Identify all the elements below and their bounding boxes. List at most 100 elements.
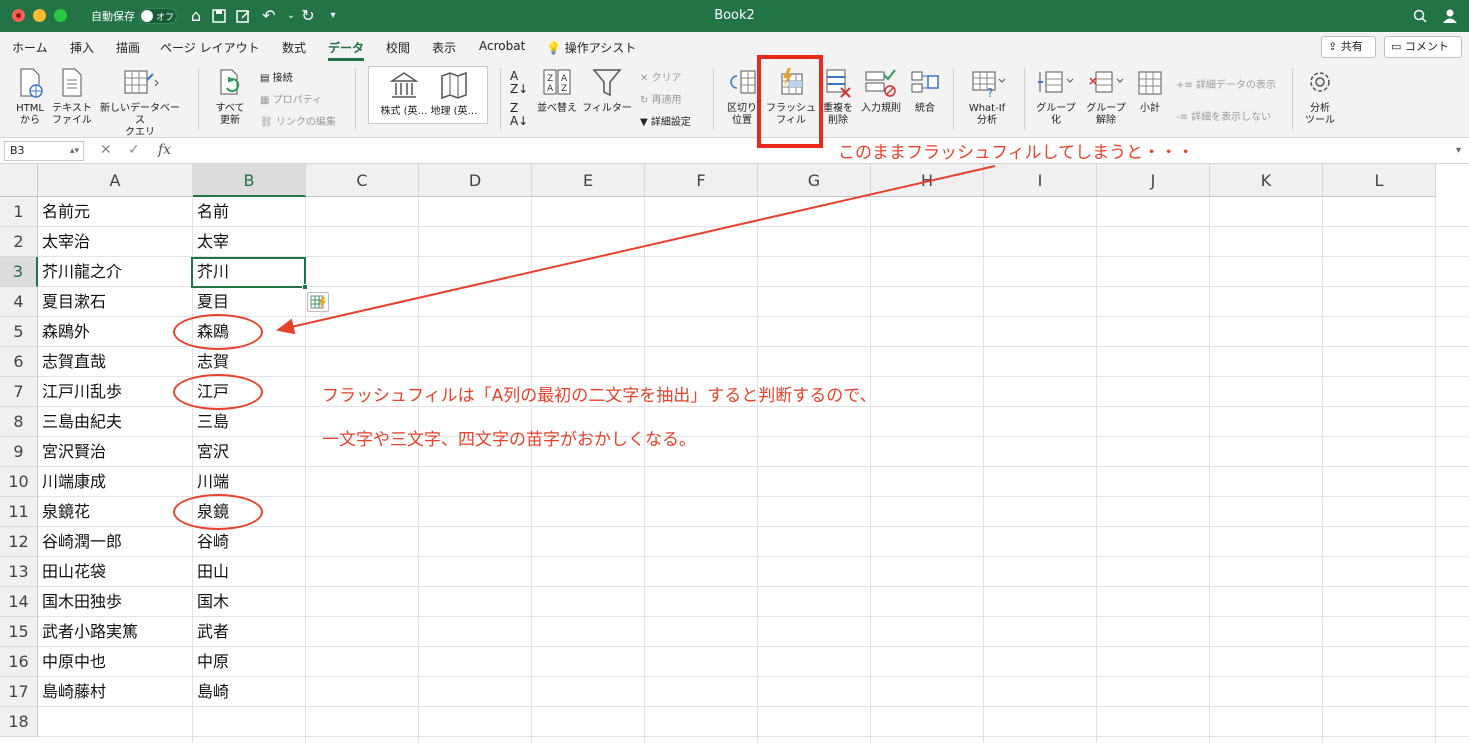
- advanced-filter-button[interactable]: ▼ 詳細設定: [640, 113, 691, 128]
- row-header-16[interactable]: 16: [0, 647, 38, 677]
- column-header-c[interactable]: C: [306, 164, 419, 197]
- row-header-3[interactable]: 3: [0, 257, 38, 287]
- select-all-corner[interactable]: [0, 164, 38, 197]
- name-box[interactable]: B3 ▴▾: [4, 141, 84, 161]
- row-header-6[interactable]: 6: [0, 347, 38, 377]
- sort-ascending-button[interactable]: A Z↓: [510, 70, 528, 96]
- column-header-g[interactable]: G: [758, 164, 871, 197]
- column-header-j[interactable]: J: [1097, 164, 1210, 197]
- row-header-9[interactable]: 9: [0, 437, 38, 467]
- row-header-12[interactable]: 12: [0, 527, 38, 557]
- cell-b15[interactable]: 武者: [193, 617, 306, 647]
- consolidate-button[interactable]: 統合: [906, 66, 944, 115]
- cell-b18[interactable]: [193, 707, 306, 737]
- undo-icon[interactable]: ↶: [258, 5, 280, 27]
- row-header-14[interactable]: 14: [0, 587, 38, 617]
- cell-a10[interactable]: 川端康成: [38, 467, 193, 497]
- reapply-button[interactable]: ↻ 再適用: [640, 91, 682, 106]
- cell-a16[interactable]: 中原中也: [38, 647, 193, 677]
- cell-b16[interactable]: 中原: [193, 647, 306, 677]
- column-header-e[interactable]: E: [532, 164, 645, 197]
- customize-qa-icon[interactable]: ▾: [322, 5, 344, 27]
- tab-tell-me[interactable]: 💡 操作アシスト: [546, 39, 636, 56]
- tab-page-layout[interactable]: ページ レイアウト: [160, 39, 260, 56]
- fill-handle[interactable]: [302, 284, 308, 290]
- cell-b9[interactable]: 宮沢: [193, 437, 306, 467]
- spreadsheet-grid[interactable]: A B C D E F G H I J K L 1 名前元 名前 2 太宰治 太宰 3 芥川龍之介 芥川 4 夏目漱石 夏目 5…: [0, 164, 1469, 743]
- expand-formula-icon[interactable]: ▾: [1456, 145, 1461, 156]
- cell-a2[interactable]: 太宰治: [38, 227, 193, 257]
- cell-a8[interactable]: 三島由紀夫: [38, 407, 193, 437]
- text-to-columns-button[interactable]: 区切り 位置: [722, 66, 762, 127]
- row-header-13[interactable]: 13: [0, 557, 38, 587]
- sort-descending-button[interactable]: Z A↓: [510, 102, 528, 128]
- cell-b14[interactable]: 国木: [193, 587, 306, 617]
- column-header-d[interactable]: D: [419, 164, 532, 197]
- cell-b1[interactable]: 名前: [193, 197, 306, 227]
- tab-home[interactable]: ホーム: [12, 39, 48, 56]
- home-icon[interactable]: ⌂: [185, 5, 207, 27]
- function-icon[interactable]: fx: [158, 142, 171, 158]
- tab-acrobat[interactable]: Acrobat: [479, 39, 525, 53]
- analysis-tools-button[interactable]: 分析 ツール: [1300, 66, 1340, 127]
- tab-view[interactable]: 表示: [432, 39, 456, 56]
- window-minimize-button[interactable]: [33, 9, 46, 22]
- new-query-button[interactable]: 新しいデータベース クエリ: [96, 66, 184, 139]
- redo-icon[interactable]: ↻: [297, 5, 319, 27]
- column-header-b[interactable]: B: [193, 164, 306, 197]
- cell-a4[interactable]: 夏目漱石: [38, 287, 193, 317]
- remove-duplicates-button[interactable]: 重複を 削除: [818, 66, 858, 127]
- column-header-i[interactable]: I: [984, 164, 1097, 197]
- row-header-17[interactable]: 17: [0, 677, 38, 707]
- text-file-button[interactable]: テキスト ファイル: [50, 66, 94, 127]
- confirm-icon[interactable]: ✓: [128, 142, 140, 158]
- html-import-button[interactable]: HTML から: [10, 66, 50, 127]
- row-header-4[interactable]: 4: [0, 287, 38, 317]
- cell-b13[interactable]: 田山: [193, 557, 306, 587]
- cell-b4[interactable]: 夏目: [193, 287, 306, 317]
- cell-a14[interactable]: 国木田独歩: [38, 587, 193, 617]
- geography-button[interactable]: 地理 (英…: [427, 69, 481, 118]
- row-header-1[interactable]: 1: [0, 197, 38, 227]
- cell-b17[interactable]: 島崎: [193, 677, 306, 707]
- tab-data[interactable]: データ: [328, 39, 364, 56]
- account-icon[interactable]: [1440, 6, 1460, 26]
- column-header-f[interactable]: F: [645, 164, 758, 197]
- ungroup-button[interactable]: グループ 解除: [1082, 66, 1130, 127]
- comment-button[interactable]: ▭ コメント: [1384, 36, 1462, 58]
- filter-button[interactable]: フィルター: [582, 66, 632, 115]
- cell-a15[interactable]: 武者小路実篤: [38, 617, 193, 647]
- tab-review[interactable]: 校閲: [386, 39, 410, 56]
- column-header-a[interactable]: A: [38, 164, 193, 197]
- properties-button[interactable]: ▦ プロパティ: [260, 91, 322, 106]
- row-header-11[interactable]: 11: [0, 497, 38, 527]
- row-header-15[interactable]: 15: [0, 617, 38, 647]
- cell-a7[interactable]: 江戸川乱歩: [38, 377, 193, 407]
- share-button[interactable]: ⇪ 共有: [1321, 36, 1376, 58]
- cell-a12[interactable]: 谷崎潤一郎: [38, 527, 193, 557]
- row-header-5[interactable]: 5: [0, 317, 38, 347]
- window-maximize-button[interactable]: [54, 9, 67, 22]
- cell-a11[interactable]: 泉鏡花: [38, 497, 193, 527]
- cell-b2[interactable]: 太宰: [193, 227, 306, 257]
- cell-a9[interactable]: 宮沢賢治: [38, 437, 193, 467]
- autosave-toggle[interactable]: オフ: [139, 8, 177, 24]
- row-header-2[interactable]: 2: [0, 227, 38, 257]
- edit-links-button[interactable]: ⛓ リンクの編集: [260, 113, 336, 128]
- tab-draw[interactable]: 描画: [116, 39, 140, 56]
- clear-filter-button[interactable]: ✕ クリア: [640, 69, 682, 84]
- cell-a3[interactable]: 芥川龍之介: [38, 257, 193, 287]
- cell-b6[interactable]: 志賀: [193, 347, 306, 377]
- cell-a1[interactable]: 名前元: [38, 197, 193, 227]
- cell-a6[interactable]: 志賀直哉: [38, 347, 193, 377]
- show-detail-button[interactable]: +≡ 詳細データの表示: [1176, 76, 1276, 91]
- stocks-button[interactable]: 株式 (英…: [377, 69, 431, 118]
- tab-insert[interactable]: 挿入: [70, 39, 94, 56]
- group-button[interactable]: グループ 化: [1032, 66, 1080, 127]
- hide-detail-button[interactable]: -≡ 詳細を表示しない: [1176, 108, 1271, 123]
- save-icon[interactable]: [208, 5, 230, 27]
- window-close-button[interactable]: [12, 9, 25, 22]
- connections-button[interactable]: ▤ 接続: [260, 69, 293, 84]
- subtotal-button[interactable]: 小計: [1134, 66, 1166, 115]
- cell-b12[interactable]: 谷崎: [193, 527, 306, 557]
